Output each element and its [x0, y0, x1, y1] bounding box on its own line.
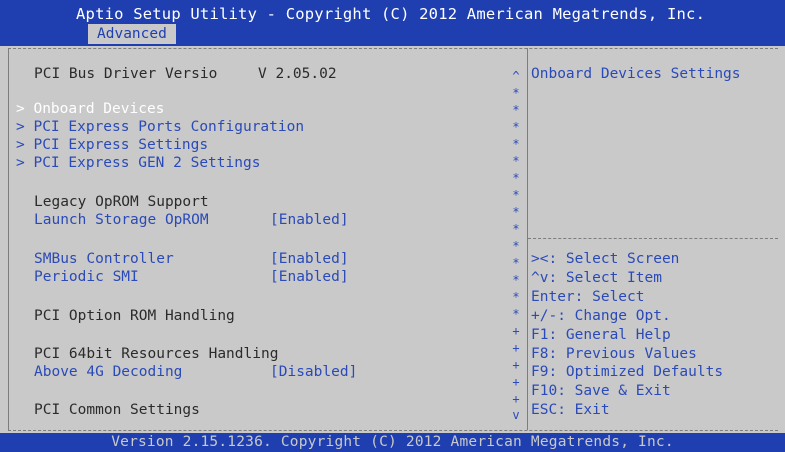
scroll-track-mark: *	[512, 307, 520, 321]
key-help-change-opt: +/-: Change Opt.	[531, 307, 671, 324]
menu-item-pci-express-settings[interactable]: > PCI Express Settings	[16, 136, 208, 154]
scroll-down-arrow[interactable]: v	[508, 406, 524, 424]
item-help-text: Onboard Devices Settings	[531, 66, 741, 82]
scroll-track-mark: *	[512, 256, 520, 270]
above4g-value[interactable]: [Disabled]	[270, 363, 357, 381]
key-help-select-screen: ><: Select Screen	[531, 251, 680, 267]
scroll-track-mark: *	[512, 239, 520, 253]
scroll-track-mark: *	[512, 188, 520, 202]
resources-heading: PCI 64bit Resources Handling	[34, 346, 279, 362]
legacy-oprom-heading: Legacy OpROM Support	[34, 194, 209, 210]
key-help-enter: Enter: Select	[531, 288, 645, 305]
key-help-f1: F1: General Help	[531, 326, 671, 343]
scroll-track-mark: *	[512, 86, 520, 100]
above4g-label: Above 4G Decoding	[34, 364, 183, 380]
launch-storage-label: Launch Storage OpROM	[34, 212, 209, 228]
key-help-f8: F8: Previous Values	[531, 345, 697, 362]
scroll-thumb-mark: +	[512, 341, 520, 355]
version-footer: Version 2.15.1236. Copyright (C) 2012 Am…	[0, 433, 785, 452]
scroll-track-mark: *	[512, 222, 520, 236]
common-settings-heading: PCI Common Settings	[34, 402, 200, 418]
driver-version-label: PCI Bus Driver Versio	[34, 66, 218, 82]
scroll-track-mark: *	[512, 154, 520, 168]
title-bar: Aptio Setup Utility - Copyright (C) 2012…	[0, 0, 785, 46]
periodic-smi-label: Periodic SMI	[34, 269, 139, 285]
scroll-track-mark: *	[512, 273, 520, 287]
left-border	[8, 48, 9, 430]
scroll-track-mark: *	[512, 137, 520, 151]
scroll-track-mark: *	[512, 290, 520, 304]
key-help-select-item: ^v: Select Item	[531, 269, 662, 286]
app-title: Aptio Setup Utility - Copyright (C) 2012…	[76, 5, 706, 23]
scroll-track-mark: *	[512, 205, 520, 219]
key-help-f10: F10: Save & Exit	[531, 383, 671, 400]
scroll-track-mark: *	[512, 103, 520, 117]
scroll-thumb-mark: +	[512, 375, 520, 389]
scroll-track-mark: *	[512, 120, 520, 134]
option-rom-heading: PCI Option ROM Handling	[34, 308, 235, 324]
key-help-esc: ESC: Exit	[531, 402, 610, 419]
key-help-f9: F9: Optimized Defaults	[531, 364, 724, 381]
launch-storage-value[interactable]: [Enabled]	[270, 211, 349, 229]
top-divider	[8, 48, 778, 49]
menu-item-pci-express-ports[interactable]: > PCI Express Ports Configuration	[16, 118, 304, 136]
scroll-track-mark: *	[512, 171, 520, 185]
smbus-label: SMBus Controller	[34, 251, 174, 267]
tab-advanced[interactable]: Advanced	[88, 24, 176, 44]
driver-version-value: V 2.05.02	[258, 66, 337, 82]
scroll-thumb-mark: +	[512, 324, 520, 338]
help-divider	[528, 238, 778, 239]
scroll-up-arrow[interactable]: ^	[508, 67, 524, 85]
scroll-thumb-mark: +	[512, 358, 520, 372]
menu-item-pci-express-gen2[interactable]: > PCI Express GEN 2 Settings	[16, 154, 260, 172]
smbus-value[interactable]: [Enabled]	[270, 250, 349, 268]
menu-item-onboard-devices[interactable]: > Onboard Devices	[16, 100, 164, 118]
periodic-smi-value[interactable]: [Enabled]	[270, 268, 349, 286]
bottom-divider	[8, 430, 778, 431]
panel-divider	[527, 48, 528, 430]
